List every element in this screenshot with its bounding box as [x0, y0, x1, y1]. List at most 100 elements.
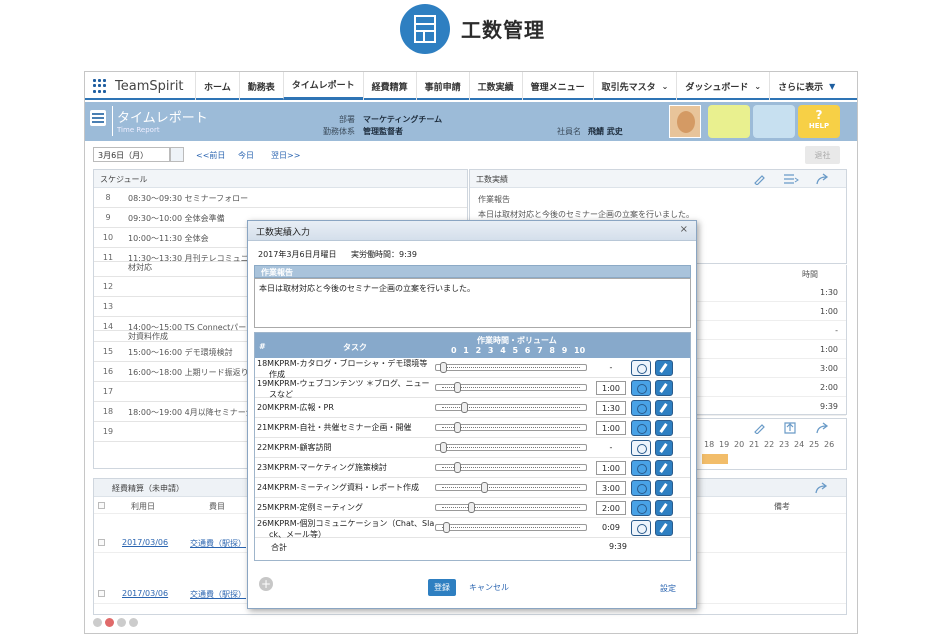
share-icon[interactable] — [815, 422, 831, 434]
move-up-icon[interactable] — [117, 618, 126, 627]
tab-attendance[interactable]: 勤務表 — [238, 72, 283, 100]
tab-admin-menu[interactable]: 管理メニュー — [521, 72, 593, 100]
date-select[interactable]: 3月6日（月） — [93, 147, 170, 162]
hours-field[interactable]: 2:00 — [596, 501, 626, 515]
slider-knob[interactable] — [440, 442, 447, 453]
row-checkbox[interactable] — [98, 539, 105, 546]
chevron-down-icon[interactable]: ⌄ — [754, 82, 761, 91]
expense-date-link[interactable]: 2017/03/06 — [122, 538, 168, 547]
share-icon[interactable] — [815, 173, 831, 185]
pencil-icon[interactable] — [655, 500, 673, 516]
clock-icon[interactable] — [631, 440, 651, 456]
select-all-checkbox[interactable] — [98, 502, 105, 509]
hours-field[interactable]: 1:00 — [596, 461, 626, 475]
schedule-event[interactable]: 15:00〜16:00 デモ環境検討 — [128, 347, 233, 358]
edit-icon[interactable] — [753, 422, 767, 434]
close-icon[interactable]: × — [680, 224, 688, 235]
share-icon[interactable] — [814, 482, 830, 494]
tab-time-report[interactable]: タイムレポート — [282, 72, 363, 100]
row-checkbox[interactable] — [98, 590, 105, 597]
remove-row-icon[interactable] — [105, 618, 114, 627]
clock-icon[interactable] — [631, 480, 651, 496]
list-icon[interactable] — [783, 173, 799, 185]
schedule-row[interactable]: 8 08:30〜09:30 セミナーフォロー — [94, 188, 467, 208]
clock-icon[interactable] — [631, 380, 651, 396]
expense-date-link[interactable]: 2017/03/06 — [122, 589, 168, 598]
clock-icon[interactable] — [631, 460, 651, 476]
hours-field[interactable]: 3:00 — [596, 481, 626, 495]
volume-slider[interactable] — [435, 482, 587, 493]
hours-field[interactable]: - — [596, 441, 626, 455]
volume-slider[interactable] — [435, 502, 587, 513]
register-button[interactable]: 登録 — [428, 579, 456, 596]
app-launcher-icon[interactable] — [93, 79, 107, 93]
clock-icon[interactable] — [631, 400, 651, 416]
schedule-event[interactable]: 10:00〜11:30 全体会 — [128, 233, 209, 244]
clock-icon[interactable] — [631, 420, 651, 436]
next-day-link[interactable]: 翌日>> — [271, 150, 300, 161]
pencil-icon[interactable] — [655, 480, 673, 496]
pencil-icon[interactable] — [655, 360, 673, 376]
pencil-icon[interactable] — [655, 400, 673, 416]
report-textarea[interactable]: 本日は取材対応と今後のセミナー企画の立案を行いました。 — [254, 278, 691, 328]
move-down-icon[interactable] — [129, 618, 138, 627]
edit-icon[interactable] — [753, 173, 767, 185]
add-row-icon[interactable] — [93, 618, 102, 627]
pencil-icon[interactable] — [655, 440, 673, 456]
logo[interactable]: TeamSpirit — [93, 77, 184, 95]
slider-knob[interactable] — [453, 462, 461, 473]
slider-knob[interactable] — [453, 382, 461, 393]
status-box-yellow[interactable] — [708, 105, 750, 138]
hours-field[interactable]: 1:30 — [596, 401, 626, 415]
hours-field[interactable]: 1:00 — [596, 381, 626, 395]
tab-accounts[interactable]: 取引先マスタ ⌄ — [592, 72, 677, 100]
settings-link[interactable]: 設定 — [660, 583, 676, 594]
status-box-blue[interactable] — [753, 105, 795, 138]
chevron-down-icon[interactable]: ⌄ — [662, 82, 669, 91]
tab-more[interactable]: さらに表示 ▼ — [769, 72, 843, 100]
pencil-icon[interactable] — [655, 460, 673, 476]
tab-pre-application[interactable]: 事前申請 — [415, 72, 469, 100]
volume-slider[interactable] — [435, 422, 587, 433]
volume-slider[interactable] — [435, 362, 587, 373]
hours-field[interactable]: 0:09 — [596, 521, 626, 535]
volume-slider[interactable] — [435, 442, 587, 453]
tab-expense[interactable]: 経費精算 — [362, 72, 416, 100]
expense-cost-link[interactable]: 交通費（駅探） — [190, 589, 246, 600]
tab-work-results[interactable]: 工数実績 — [468, 72, 522, 100]
cancel-button[interactable]: キャンセル — [469, 582, 509, 593]
volume-slider[interactable] — [435, 382, 587, 393]
slider-knob[interactable] — [467, 502, 475, 513]
clock-icon[interactable] — [631, 360, 651, 376]
clock-icon[interactable] — [631, 520, 651, 536]
slider-knob[interactable] — [481, 482, 489, 493]
schedule-event[interactable]: 16:00〜18:00 上期リード振返り — [128, 367, 249, 378]
slider-knob[interactable] — [440, 362, 447, 373]
volume-slider[interactable] — [435, 462, 587, 473]
slider-knob[interactable] — [460, 402, 468, 413]
schedule-event[interactable]: 対資料作成 — [128, 331, 168, 342]
pencil-icon[interactable] — [655, 380, 673, 396]
add-icon[interactable]: + — [259, 577, 273, 591]
expense-cost-link[interactable]: 交通費（駅探） — [190, 538, 246, 549]
tab-dashboard[interactable]: ダッシュボード ⌄ — [676, 72, 769, 100]
schedule-event[interactable]: 18:00〜19:00 4月以降セミナー企画 — [128, 407, 262, 418]
slider-knob[interactable] — [453, 422, 461, 433]
hours-field[interactable]: - — [596, 361, 626, 375]
exit-button[interactable]: 退社 — [805, 146, 840, 164]
clock-icon[interactable] — [631, 500, 651, 516]
pencil-icon[interactable] — [655, 420, 673, 436]
help-button[interactable]: ? HELP — [798, 105, 840, 138]
schedule-event[interactable]: 材対応 — [128, 262, 152, 273]
volume-slider[interactable] — [435, 522, 587, 533]
schedule-event[interactable]: 08:30〜09:30 セミナーフォロー — [128, 193, 248, 204]
pencil-icon[interactable] — [655, 520, 673, 536]
prev-day-link[interactable]: <<前日 — [196, 150, 225, 161]
schedule-event[interactable]: 09:30〜10:00 全体会準備 — [128, 213, 225, 224]
tab-home[interactable]: ホーム — [195, 72, 239, 100]
today-link[interactable]: 今日 — [238, 150, 254, 161]
volume-slider[interactable] — [435, 402, 587, 413]
hours-field[interactable]: 1:00 — [596, 421, 626, 435]
upload-icon[interactable] — [783, 421, 797, 435]
calendar-icon[interactable] — [170, 147, 184, 162]
